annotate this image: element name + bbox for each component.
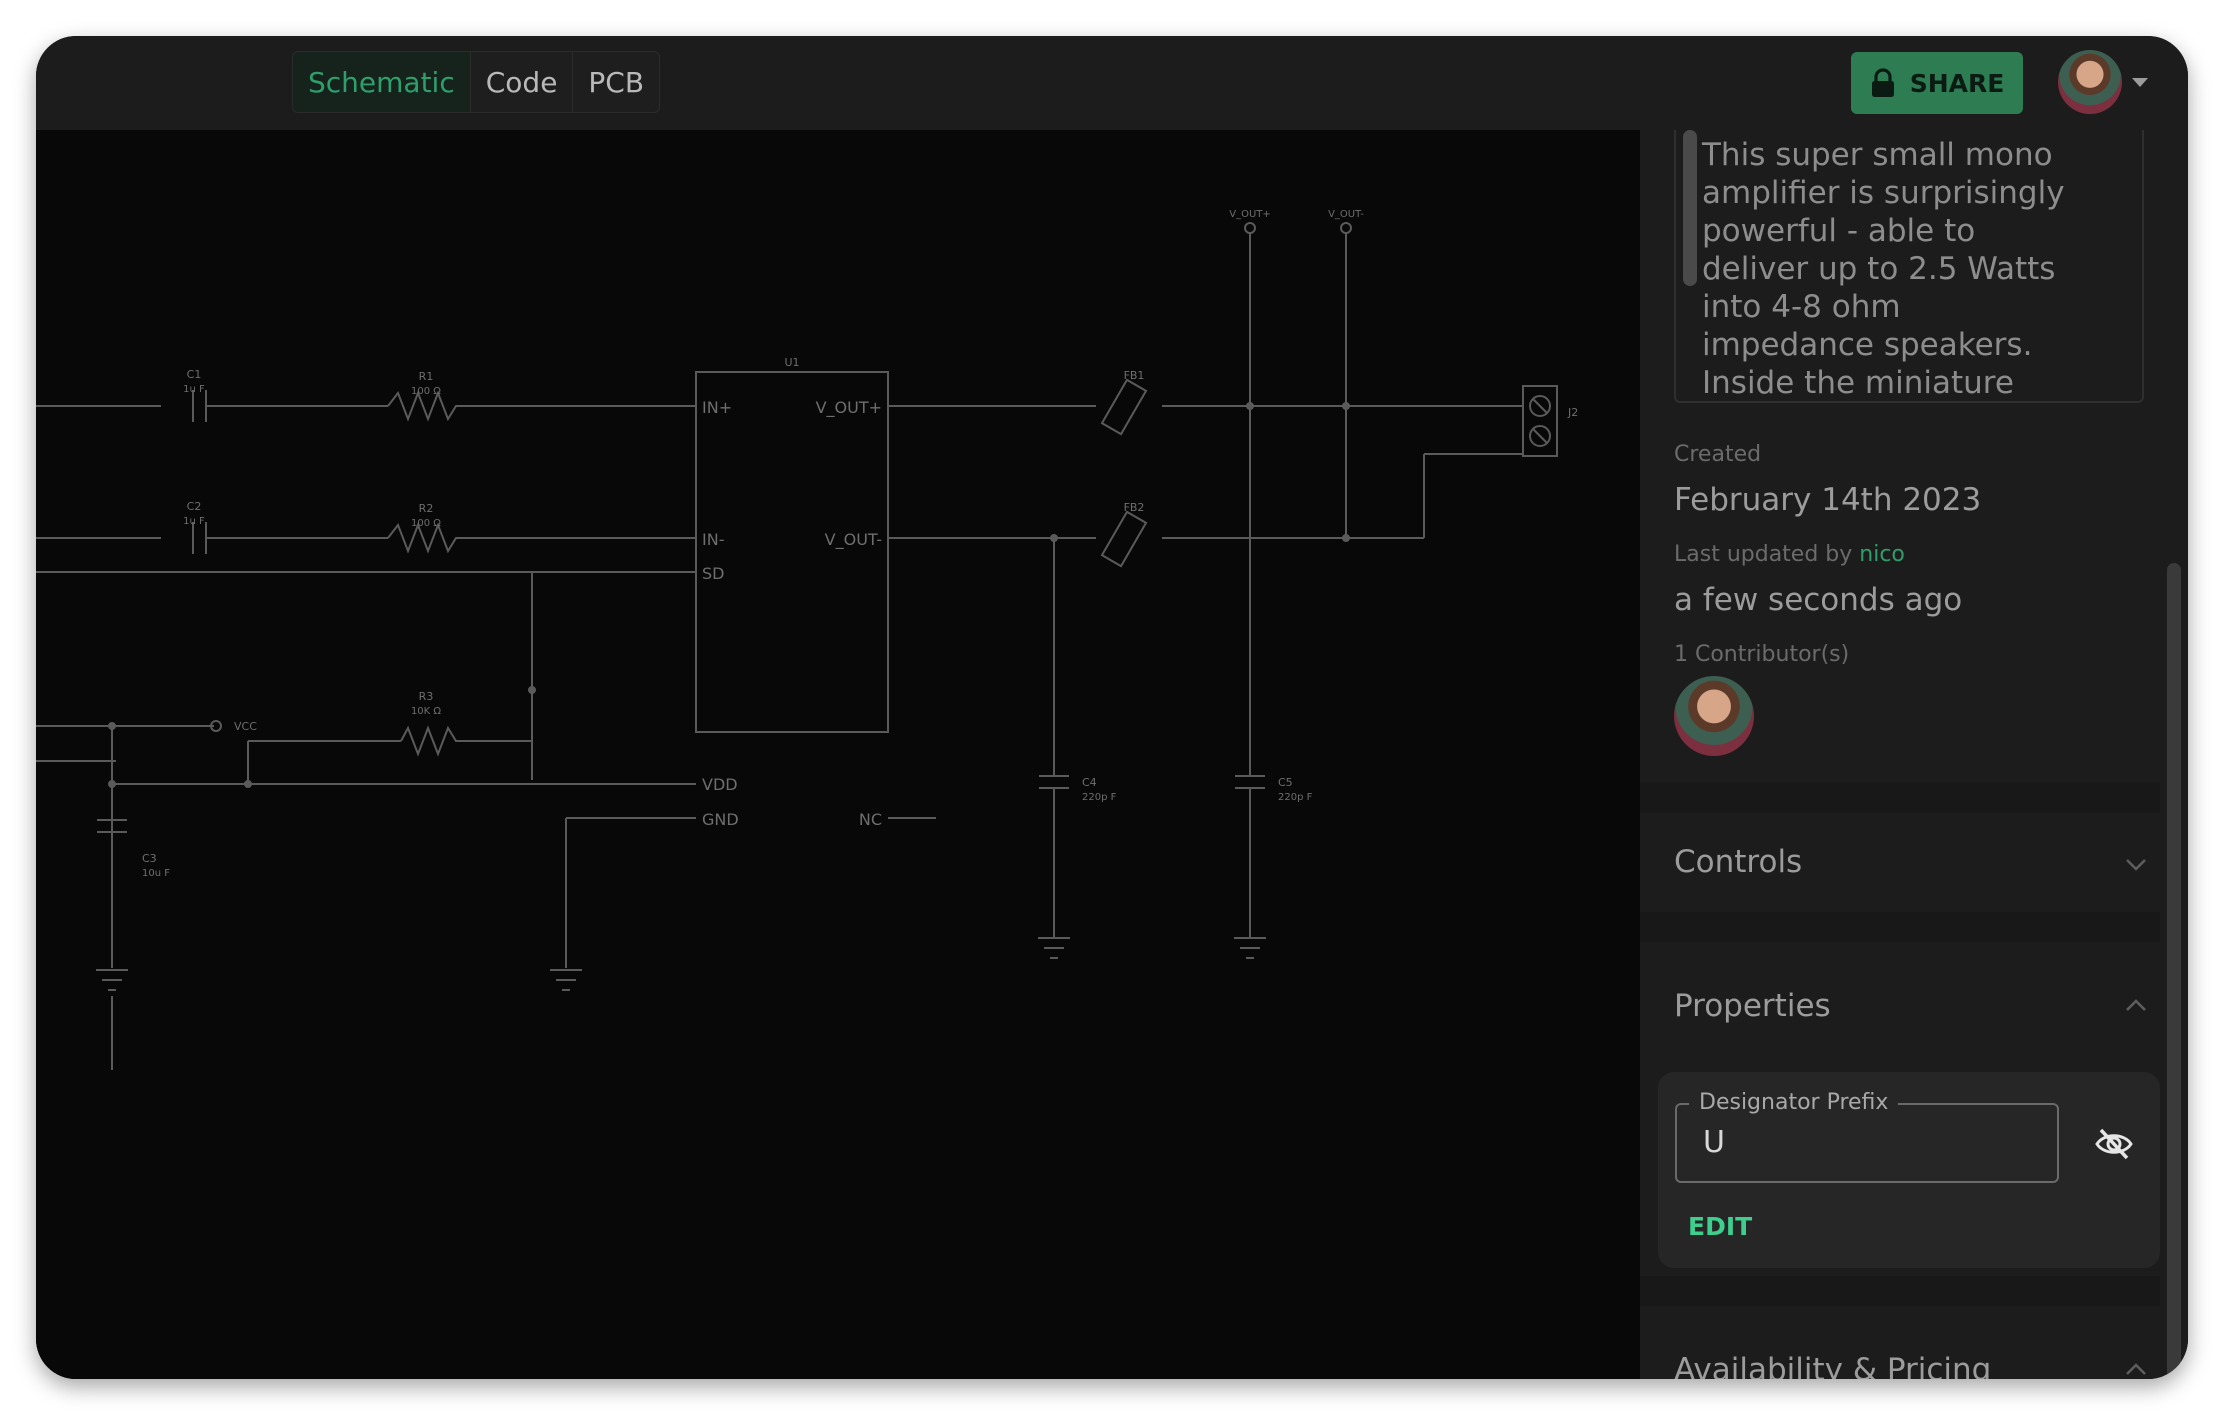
label-r2-value: 100 Ω bbox=[411, 518, 441, 529]
label-u1: U1 bbox=[784, 356, 799, 369]
app-window: Schematic Code PCB SHARE C1 1u F R1 100 … bbox=[36, 36, 2188, 1379]
tab-code[interactable]: Code bbox=[471, 52, 574, 112]
label-j2: J2 bbox=[1567, 406, 1578, 419]
label-r3-value: 10K Ω bbox=[411, 706, 441, 717]
label-r1: R1 bbox=[419, 370, 434, 383]
pin-sd: SD bbox=[702, 564, 724, 583]
vout-nets bbox=[1053, 222, 1352, 776]
chevron-down-icon[interactable] bbox=[2124, 852, 2148, 876]
label-c4-value: 220p F bbox=[1082, 792, 1117, 803]
label-r1-value: 100 Ω bbox=[411, 386, 441, 397]
schematic-canvas[interactable]: C1 1u F R1 100 Ω C2 1u F R2 100 Ω R3 10K… bbox=[36, 130, 1640, 1379]
cap-c4 bbox=[1039, 775, 1069, 938]
chevron-up-icon[interactable] bbox=[2124, 994, 2148, 1018]
pin-gnd: GND bbox=[702, 810, 739, 829]
updated-user-link[interactable]: nico bbox=[1859, 542, 1905, 567]
label-r3: R3 bbox=[419, 690, 434, 703]
label-c3-value: 10u F bbox=[142, 868, 170, 879]
label-fb2: FB2 bbox=[1124, 501, 1145, 514]
label-c5-value: 220p F bbox=[1278, 792, 1313, 803]
designator-prefix-field: Designator Prefix bbox=[1675, 1090, 2059, 1183]
pricing-section-title[interactable]: Availability & Pricing bbox=[1674, 1352, 1991, 1379]
label-c3: C3 bbox=[142, 852, 157, 865]
tab-pcb[interactable]: PCB bbox=[573, 52, 659, 112]
updated-value: a few seconds ago bbox=[1674, 582, 1963, 618]
view-tabs: Schematic Code PCB bbox=[292, 51, 661, 113]
section-divider bbox=[1640, 783, 2160, 813]
section-divider bbox=[1640, 1276, 2160, 1306]
pin-vout-minus: V_OUT- bbox=[825, 530, 882, 550]
resistor-r3 bbox=[400, 725, 461, 757]
created-label: Created bbox=[1674, 442, 1762, 467]
section-divider bbox=[1640, 912, 2160, 942]
properties-sidebar: This super small mono amplifier is surpr… bbox=[1640, 130, 2188, 1379]
pin-nc: NC bbox=[859, 810, 882, 829]
properties-section-title[interactable]: Properties bbox=[1674, 988, 1831, 1024]
sidebar-scrollbar[interactable] bbox=[2167, 563, 2181, 1379]
share-button[interactable]: SHARE bbox=[1851, 52, 2023, 114]
top-bar: Schematic Code PCB SHARE bbox=[36, 36, 2188, 130]
label-c2: C2 bbox=[187, 500, 202, 513]
updated-prefix: Last updated by bbox=[1674, 542, 1860, 567]
label-c1-value: 1u F bbox=[183, 384, 205, 395]
description-box[interactable]: This super small mono amplifier is surpr… bbox=[1674, 130, 2144, 403]
label-c2-value: 1u F bbox=[183, 516, 205, 527]
contributor-avatar[interactable] bbox=[1674, 676, 1754, 756]
designator-card: Designator Prefix EDIT bbox=[1658, 1072, 2160, 1268]
designator-prefix-input[interactable] bbox=[1703, 1125, 2033, 1160]
description-text: This super small mono amplifier is surpr… bbox=[1702, 137, 2065, 401]
lock-icon bbox=[1871, 68, 1894, 97]
created-value: February 14th 2023 bbox=[1674, 482, 1982, 518]
pin-vdd: VDD bbox=[702, 775, 738, 794]
designator-prefix-label: Designator Prefix bbox=[1689, 1090, 1899, 1115]
connector-j2 bbox=[1522, 385, 1558, 457]
label-vcc: VCC bbox=[234, 720, 257, 733]
u1-chip bbox=[695, 371, 889, 733]
label-net-vout-plus: V_OUT+ bbox=[1229, 209, 1271, 220]
label-c5: C5 bbox=[1278, 776, 1293, 789]
wires bbox=[36, 405, 1523, 780]
pin-in-minus: IN- bbox=[702, 530, 724, 549]
ground-symbols bbox=[96, 937, 1266, 991]
updated-label: Last updated by nico bbox=[1674, 542, 1905, 567]
pin-vout-plus: V_OUT+ bbox=[816, 398, 882, 418]
cap-c5 bbox=[1235, 775, 1265, 938]
contributors-label: 1 Contributor(s) bbox=[1674, 642, 1850, 667]
chevron-up-icon[interactable] bbox=[2124, 1358, 2148, 1379]
pin-in-plus: IN+ bbox=[702, 398, 732, 417]
caret-down-icon[interactable] bbox=[2132, 78, 2148, 87]
junctions bbox=[108, 402, 1350, 788]
ferrite-fb2 bbox=[1100, 510, 1148, 568]
label-c4: C4 bbox=[1082, 776, 1097, 789]
tab-schematic[interactable]: Schematic bbox=[293, 52, 471, 112]
label-c1: C1 bbox=[187, 368, 202, 381]
label-net-vout-minus: V_OUT- bbox=[1328, 209, 1364, 220]
share-label: SHARE bbox=[1909, 68, 2005, 98]
label-fb1: FB1 bbox=[1124, 369, 1145, 382]
controls-section-title[interactable]: Controls bbox=[1674, 844, 1802, 880]
wiring-lower bbox=[36, 690, 936, 1070]
eye-off-icon[interactable] bbox=[2094, 1124, 2134, 1164]
label-r2: R2 bbox=[419, 502, 434, 515]
user-avatar[interactable] bbox=[2058, 50, 2122, 114]
schematic-drawing: C1 1u F R1 100 Ω C2 1u F R2 100 Ω R3 10K… bbox=[36, 209, 1578, 1070]
edit-button[interactable]: EDIT bbox=[1688, 1212, 1752, 1241]
ferrite-fb1 bbox=[1100, 378, 1148, 436]
description-scrollbar[interactable] bbox=[1683, 130, 1697, 286]
